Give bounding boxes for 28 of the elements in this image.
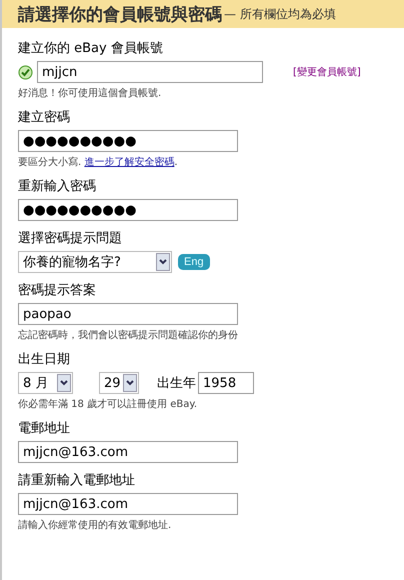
year-field[interactable]: 1958 — [198, 372, 254, 394]
hint-text: 忘記密碼時，我們會以密碼提示問題確認你的身份 — [18, 329, 239, 342]
hint-text: 好消息！你可使用這個會員帳號. — [18, 87, 162, 100]
hint-text: 你必需年滿 18 歲才可以註冊使用 eBay. — [18, 398, 198, 411]
input-field[interactable]: ●●●●●●●●●● — [18, 199, 238, 221]
hint-text: 請輸入你經常使用的有效電郵地址. — [18, 519, 172, 532]
field-label: 電郵地址 — [18, 420, 71, 437]
input-field[interactable]: mjjcn@163.com — [18, 493, 238, 515]
field-label: 建立你的 eBay 會員帳號 — [18, 40, 164, 57]
field-label: 密碼提示答案 — [18, 282, 97, 299]
question-select[interactable]: 你養的寵物名字? — [18, 251, 172, 273]
day-select[interactable]: 29 — [99, 372, 139, 394]
field-label: 選擇密碼提示問題 — [18, 230, 123, 247]
field-label: 重新輸入密碼 — [18, 178, 97, 195]
month-select[interactable]: 8 月 — [18, 372, 73, 394]
username-field[interactable]: mjjcn — [37, 61, 263, 83]
hint-text: 要區分大小寫. 進一步了解安全密碼. — [18, 156, 179, 169]
field-label: 出生日期 — [18, 351, 71, 368]
field-label: 請重新輸入電郵地址 — [18, 472, 136, 489]
year-label: 出生年 — [157, 375, 196, 392]
change-username-link[interactable]: [變更會員帳號] — [293, 65, 361, 79]
field-label: 建立密碼 — [18, 109, 71, 126]
page-subtitle: — 所有欄位均為必填 — [224, 6, 336, 22]
page-title: 請選擇你的會員帳號與密碼 — [18, 4, 222, 26]
security-link[interactable]: 進一步了解安全密碼 — [84, 157, 174, 168]
input-field[interactable]: paopao — [18, 303, 238, 325]
input-field[interactable]: ●●●●●●●●●● — [18, 130, 238, 152]
input-field[interactable]: mjjcn@163.com — [18, 441, 238, 463]
